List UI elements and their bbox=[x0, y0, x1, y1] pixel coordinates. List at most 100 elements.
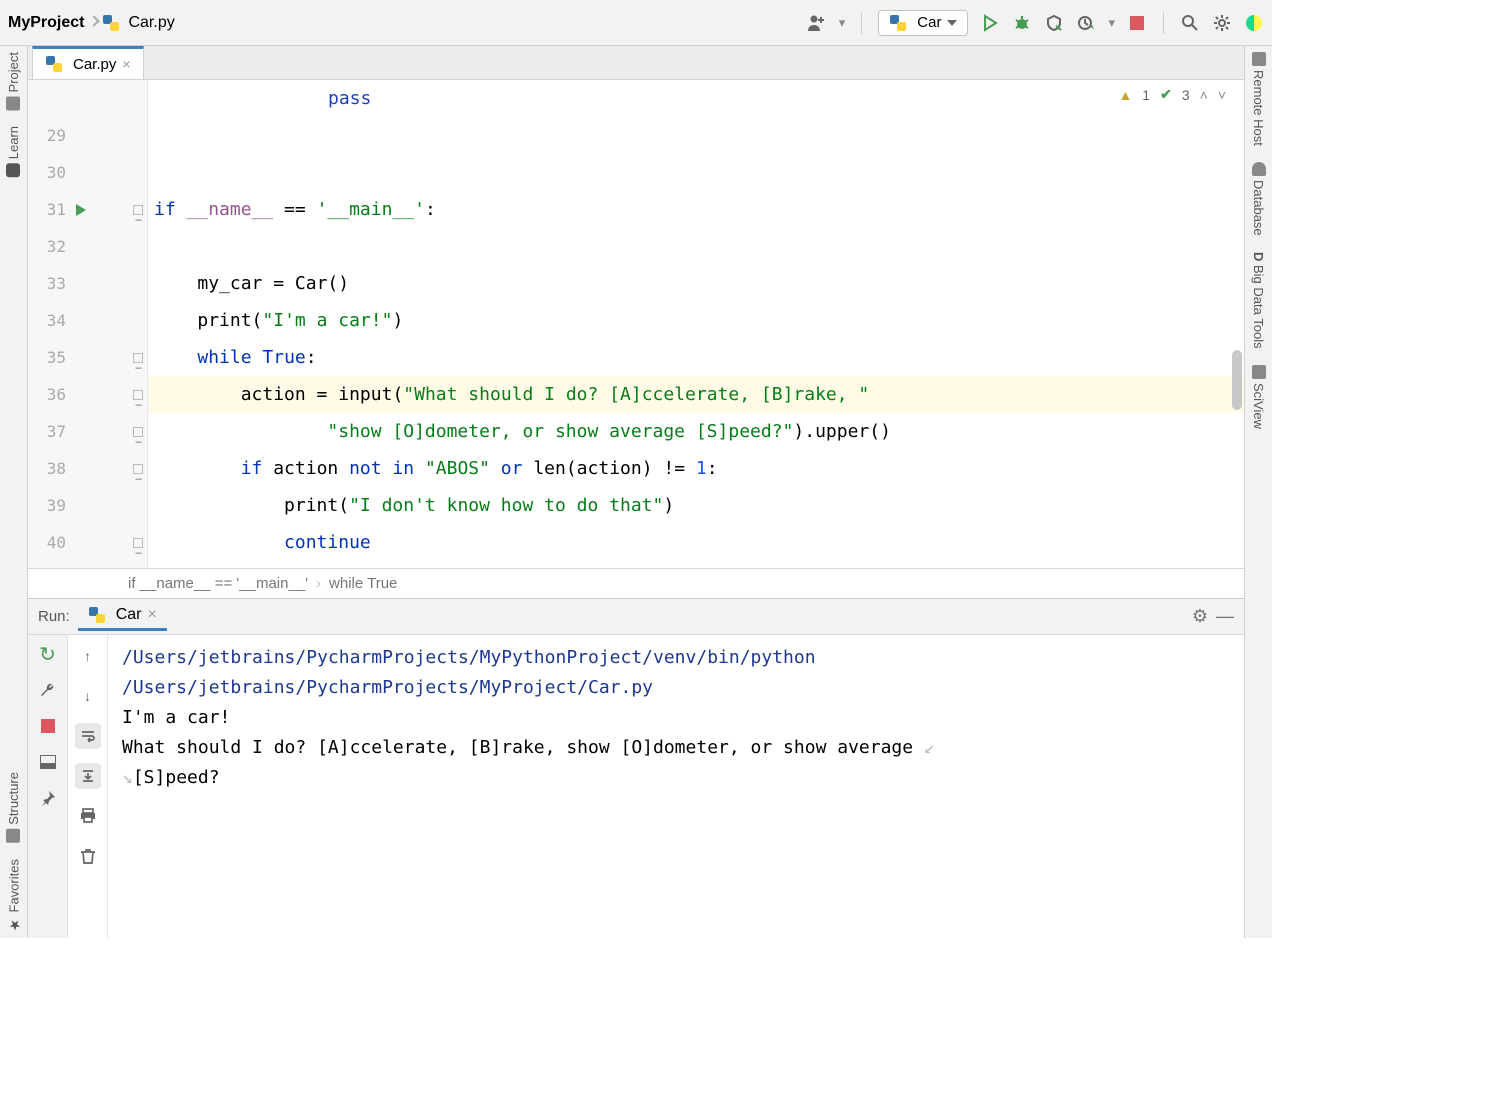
print-icon[interactable] bbox=[75, 803, 101, 829]
code-line[interactable] bbox=[148, 117, 1244, 154]
chevron-right-icon bbox=[88, 15, 98, 31]
stop-icon[interactable] bbox=[37, 715, 59, 737]
stop-icon[interactable] bbox=[1127, 13, 1147, 33]
up-arrow-icon[interactable]: ↑ bbox=[75, 643, 101, 669]
prev-highlight-icon[interactable]: ˄ bbox=[1200, 87, 1208, 103]
gutter-line: 32 bbox=[28, 228, 147, 265]
gutter-line: 31 bbox=[28, 191, 147, 228]
code-line[interactable]: while True: bbox=[148, 339, 1244, 376]
toolwindow-database[interactable]: Database bbox=[1251, 162, 1266, 236]
fold-icon[interactable] bbox=[133, 390, 143, 400]
editor[interactable]: 293031323334353637383940 pass if __name__… bbox=[28, 80, 1244, 568]
folder-icon bbox=[7, 96, 21, 110]
run-config-selector[interactable]: Car bbox=[878, 10, 968, 36]
run-icon[interactable] bbox=[980, 13, 1000, 33]
code-line[interactable]: my_car = Car() bbox=[148, 265, 1244, 302]
toolwindow-label: Learn bbox=[6, 126, 21, 159]
context-scope[interactable]: while True bbox=[329, 575, 397, 592]
close-icon[interactable]: × bbox=[147, 606, 156, 624]
toolwindow-big-data[interactable]: D Big Data Tools bbox=[1251, 252, 1266, 349]
right-toolwindow-stripe: Remote Host Database D Big Data Tools Sc… bbox=[1244, 46, 1272, 938]
gutter-line: 34 bbox=[28, 302, 147, 339]
code-line[interactable]: if action not in "ABOS" or len(action) !… bbox=[148, 450, 1244, 487]
profile-icon[interactable] bbox=[1076, 13, 1096, 33]
toolwindow-favorites[interactable]: ★ Favorites bbox=[6, 859, 22, 932]
down-arrow-icon[interactable]: ↓ bbox=[75, 683, 101, 709]
line-number: 36 bbox=[38, 376, 66, 413]
python-file-icon bbox=[88, 606, 106, 624]
context-scope[interactable]: if __name__ == '__main__' bbox=[128, 575, 308, 592]
toolwindow-label: Structure bbox=[6, 772, 21, 825]
search-icon[interactable] bbox=[1180, 13, 1200, 33]
gutter-line: 39 bbox=[28, 487, 147, 524]
breadcrumb: MyProject Car.py bbox=[8, 14, 175, 32]
next-highlight-icon[interactable]: ˅ bbox=[1218, 87, 1226, 103]
toolwindow-label: Big Data Tools bbox=[1251, 265, 1266, 349]
database-icon bbox=[1252, 162, 1266, 176]
trash-icon[interactable] bbox=[75, 843, 101, 869]
big-data-icon: D bbox=[1251, 252, 1266, 261]
breadcrumb-project[interactable]: MyProject bbox=[8, 14, 84, 32]
console-path-line: /Users/jetbrains/PycharmProjects/MyProje… bbox=[122, 673, 1230, 703]
learn-icon bbox=[7, 164, 21, 178]
remote-host-icon bbox=[1252, 52, 1266, 66]
code-line[interactable]: print("I don't know how to do that") bbox=[148, 487, 1244, 524]
fold-icon[interactable] bbox=[133, 353, 143, 363]
close-tab-icon[interactable]: × bbox=[122, 56, 130, 72]
gear-icon[interactable]: ⚙ bbox=[1192, 606, 1208, 627]
soft-wrap-icon[interactable] bbox=[75, 723, 101, 749]
run-tab-active[interactable]: Car × bbox=[78, 602, 167, 631]
run-config-name: Car bbox=[917, 14, 941, 31]
rerun-icon[interactable]: ↻ bbox=[37, 643, 59, 665]
gear-icon[interactable] bbox=[1212, 13, 1232, 33]
code-line[interactable]: print("I'm a car!") bbox=[148, 302, 1244, 339]
code-line[interactable]: pass bbox=[148, 80, 1244, 117]
gutter-line: 35 bbox=[28, 339, 147, 376]
code-line[interactable]: "show [O]dometer, or show average [S]pee… bbox=[148, 413, 1244, 450]
inspection-widget[interactable]: ▲ 1 ✔ 3 ˄ ˅ bbox=[1118, 86, 1226, 103]
toolwindow-project[interactable]: Project bbox=[6, 52, 21, 110]
code-line[interactable] bbox=[148, 228, 1244, 265]
hide-panel-icon[interactable]: — bbox=[1216, 606, 1234, 627]
ide-logo-icon[interactable] bbox=[1244, 13, 1264, 33]
gutter-line: 38 bbox=[28, 450, 147, 487]
fold-icon[interactable] bbox=[133, 538, 143, 548]
fold-icon[interactable] bbox=[133, 464, 143, 474]
layout-icon[interactable] bbox=[37, 751, 59, 773]
editor-tab-active[interactable]: Car.py × bbox=[32, 46, 144, 79]
check-icon: ✔ bbox=[1160, 86, 1172, 103]
python-file-icon bbox=[889, 14, 907, 32]
left-toolwindow-stripe: Project Learn Structure ★ Favorites bbox=[0, 46, 28, 938]
fold-icon[interactable] bbox=[133, 205, 143, 215]
breadcrumb-file[interactable]: Car.py bbox=[128, 14, 174, 32]
scrollbar-thumb[interactable] bbox=[1232, 350, 1242, 410]
code-line[interactable] bbox=[148, 154, 1244, 191]
user-add-icon[interactable] bbox=[807, 13, 827, 33]
run-gutter-icon[interactable] bbox=[76, 204, 86, 216]
chevron-right-icon: › bbox=[316, 575, 321, 592]
line-number: 33 bbox=[38, 265, 66, 302]
gutter: 293031323334353637383940 bbox=[28, 80, 148, 568]
run-coverage-icon[interactable] bbox=[1044, 13, 1064, 33]
code-line[interactable]: action = input("What should I do? [A]cce… bbox=[148, 376, 1244, 413]
code-line[interactable]: if __name__ == '__main__': bbox=[148, 191, 1244, 228]
pin-icon[interactable] bbox=[37, 787, 59, 809]
debug-icon[interactable] bbox=[1012, 13, 1032, 33]
code-area[interactable]: pass if __name__ == '__main__': my_car = … bbox=[148, 80, 1244, 568]
toolwindow-sciview[interactable]: SciView bbox=[1251, 365, 1266, 429]
toolwindow-label: Favorites bbox=[6, 859, 21, 912]
line-number: 39 bbox=[38, 487, 66, 524]
console-output[interactable]: /Users/jetbrains/PycharmProjects/MyPytho… bbox=[108, 635, 1244, 938]
code-line[interactable]: continue bbox=[148, 524, 1244, 561]
gutter-line: 29 bbox=[28, 117, 147, 154]
line-number: 34 bbox=[38, 302, 66, 339]
fold-icon[interactable] bbox=[133, 427, 143, 437]
toolwindow-remote-host[interactable]: Remote Host bbox=[1251, 52, 1266, 146]
navigation-bar: MyProject Car.py ▾ Car ▾ bbox=[0, 0, 1272, 46]
toolwindow-structure[interactable]: Structure bbox=[6, 772, 21, 843]
line-number: 32 bbox=[38, 228, 66, 265]
scroll-to-end-icon[interactable] bbox=[75, 763, 101, 789]
toolwindow-learn[interactable]: Learn bbox=[6, 126, 21, 177]
line-number: 40 bbox=[38, 524, 66, 561]
wrench-icon[interactable] bbox=[37, 679, 59, 701]
